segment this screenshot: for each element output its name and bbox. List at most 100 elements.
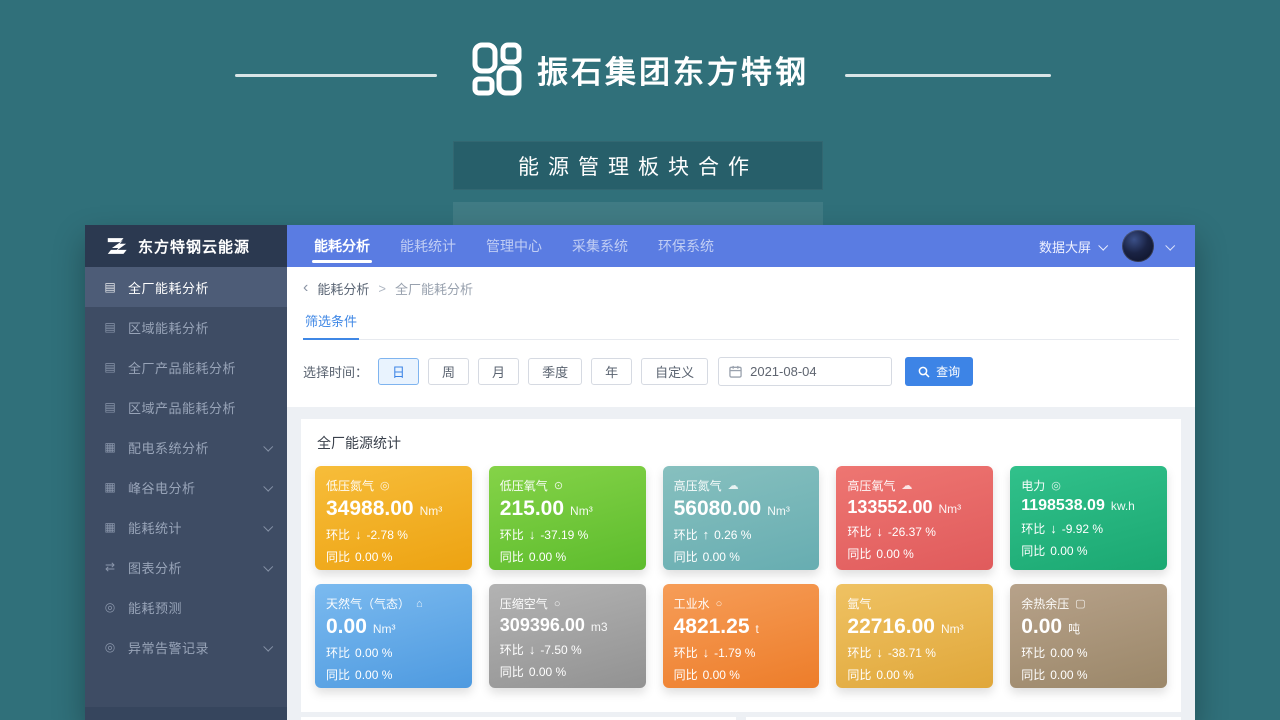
time-range-button[interactable]: 日 [378,358,419,385]
energy-card-value: 22716.00 [847,615,935,639]
sidebar-item[interactable]: ▦ 峰谷电分析 [85,467,287,507]
sidebar-item-icon: ▤ [102,360,118,374]
date-picker-input[interactable]: 2021-08-04 [718,357,892,386]
mom-value: -7.50 % [540,643,581,657]
sidebar-item-label: 异常告警记录 [128,638,254,657]
yoy-row: 同比 0.00 % [847,666,982,683]
square-icon: ▢ [1075,597,1085,610]
date-value: 2021-08-04 [750,364,817,379]
user-menu[interactable] [1122,230,1173,262]
query-button[interactable]: 查询 [905,357,973,386]
energy-card[interactable]: 氩气 22716.00 Nm³ 环比 ↓ -38.71 % 同比 0.00 % [836,584,993,688]
query-button-label: 查询 [936,363,960,380]
sidebar-item-icon: ▦ [102,520,118,534]
energy-card[interactable]: 低压氮气 ◎ 34988.00 Nm³ 环比 ↓ -2.78 % 同比 0.00… [315,466,472,570]
time-range-button[interactable]: 自定义 [641,358,708,385]
sidebar-item-label: 能耗统计 [128,518,254,537]
cloud-home-icon: ⌂ [416,598,423,610]
yoy-label: 同比 [674,548,698,565]
mom-label: 环比 [1021,520,1045,537]
droplet-icon: ○ [716,598,723,610]
energy-card[interactable]: 天然气（气态） ⌂ 0.00 Nm³ 环比 0.00 % 同比 0.00 % [315,584,472,688]
energy-card-value-row: 56080.00 Nm³ [674,497,809,521]
energy-card[interactable]: 工业水 ○ 4821.25 t 环比 ↓ -1.79 % 同比 0.00 % [663,584,820,688]
energy-card-unit: Nm³ [938,502,961,516]
time-range-button[interactable]: 年 [591,358,632,385]
calendar-icon [729,365,742,378]
presentation-slide: 振石集团东方特钢 能源管理板块合作 东方特钢云能源 能耗分析 能耗统计 管理中心… [0,0,1280,720]
nav-item[interactable]: 管理中心 [471,225,557,267]
energy-card[interactable]: 低压氧气 ⊙ 215.00 Nm³ 环比 ↓ -37.19 % 同比 0.00 … [489,466,646,570]
topnav-right: 数据大屏 [1039,225,1195,267]
energy-card-value: 309396.00 [500,615,585,636]
mom-row: 环比 ↓ -38.71 % [847,644,982,661]
trend-arrow-icon: ↓ [1050,521,1057,536]
energy-card-title: 天然气（气态） [326,595,410,612]
sidebar-item[interactable]: ▤ 区域能耗分析 [85,307,287,347]
sidebar-item[interactable]: ▤ 全厂产品能耗分析 [85,347,287,387]
energy-card[interactable]: 压缩空气 ○ 309396.00 m3 环比 ↓ -7.50 % 同比 0.00… [489,584,646,688]
mom-value: -1.79 % [714,646,755,660]
trend-arrow-icon: ↓ [876,645,883,660]
energy-card-value: 1198538.09 [1021,497,1105,515]
energy-card[interactable]: 高压氮气 ☁ 56080.00 Nm³ 环比 ↑ 0.26 % 同比 0.00 … [663,466,820,570]
mom-label: 环比 [326,644,350,661]
sidebar-item[interactable]: ⇄ 图表分析 [85,547,287,587]
energy-cards-grid: 低压氮气 ◎ 34988.00 Nm³ 环比 ↓ -2.78 % 同比 0.00… [315,466,1167,688]
nav-item[interactable]: 采集系统 [557,225,643,267]
yoy-value: 0.00 % [355,668,392,682]
sidebar-item-icon: ▤ [102,400,118,414]
back-arrow-icon[interactable]: ‹ [303,280,308,296]
breadcrumb-parent[interactable]: 能耗分析 [317,279,369,298]
chevron-down-icon [1098,240,1108,250]
sidebar-item[interactable]: ◎ 异常告警记录 [85,627,287,667]
sidebar-item-label: 区域产品能耗分析 [128,398,254,417]
nav-item[interactable]: 环保系统 [643,225,729,267]
section-title: 全厂能源统计 [317,433,1165,453]
nav-item[interactable]: 能耗分析 [299,225,385,267]
sidebar-item[interactable]: ▤ 全厂能耗分析 [85,267,287,307]
breadcrumb: ‹ 能耗分析 > 全厂能耗分析 [303,267,1179,309]
yoy-label: 同比 [326,548,350,565]
energy-card[interactable]: 高压氧气 ☁ 133552.00 Nm³ 环比 ↓ -26.37 % 同比 0.… [836,466,993,570]
sidebar-item[interactable]: ▤ 区域产品能耗分析 [85,387,287,427]
time-range-button-label: 季度 [542,362,568,381]
breadcrumb-separator: > [378,281,386,296]
yoy-row: 同比 0.00 % [500,548,635,565]
sidebar-item-label: 图表分析 [128,558,254,577]
app-brand[interactable]: 东方特钢云能源 [85,225,287,267]
power-circle-icon: ◎ [1051,479,1061,492]
energy-card[interactable]: 电力 ◎ 1198538.09 kw.h 环比 ↓ -9.92 % 同比 0.0… [1010,466,1167,570]
energy-card-header: 低压氧气 ⊙ [500,477,635,494]
mom-row: 环比 ↓ -1.79 % [674,644,809,661]
sidebar-item[interactable]: ▦ 配电系统分析 [85,427,287,467]
mom-value: -37.19 % [540,528,588,542]
time-range-button[interactable]: 季度 [528,358,582,385]
data-screen-link[interactable]: 数据大屏 [1039,237,1106,256]
mom-value: -26.37 % [888,525,936,539]
avatar [1122,230,1154,262]
yoy-row: 同比 0.00 % [326,548,461,565]
mom-label: 环比 [847,523,871,540]
energy-card-value: 133552.00 [847,497,932,518]
time-filter-label: 选择时间： [303,362,368,381]
energy-card[interactable]: 余热余压 ▢ 0.00 吨 环比 0.00 % 同比 0.00 % [1010,584,1167,688]
sidebar-item-icon: ▤ [102,280,118,294]
yoy-value: 0.00 % [1050,668,1087,682]
tab-filter-conditions[interactable]: 筛选条件 [303,309,359,340]
mom-label: 环比 [500,641,524,658]
energy-card-header: 余热余压 ▢ [1021,595,1156,612]
nav-item[interactable]: 能耗统计 [385,225,471,267]
circle-arrow-icon: ◎ [380,479,390,492]
energy-card-unit: Nm³ [373,622,396,636]
energy-card-header: 低压氮气 ◎ [326,477,461,494]
time-range-button[interactable]: 周 [428,358,469,385]
yoy-row: 同比 0.00 % [500,663,635,680]
energy-card-value: 0.00 [326,615,367,639]
energy-card-title: 工业水 [674,595,710,612]
filter-tabs: 筛选条件 [303,309,1179,340]
sidebar-item[interactable]: ▦ 能耗统计 [85,507,287,547]
time-range-button[interactable]: 月 [478,358,519,385]
energy-card-value: 215.00 [500,497,564,521]
sidebar-item[interactable]: ◎ 能耗预测 [85,587,287,627]
